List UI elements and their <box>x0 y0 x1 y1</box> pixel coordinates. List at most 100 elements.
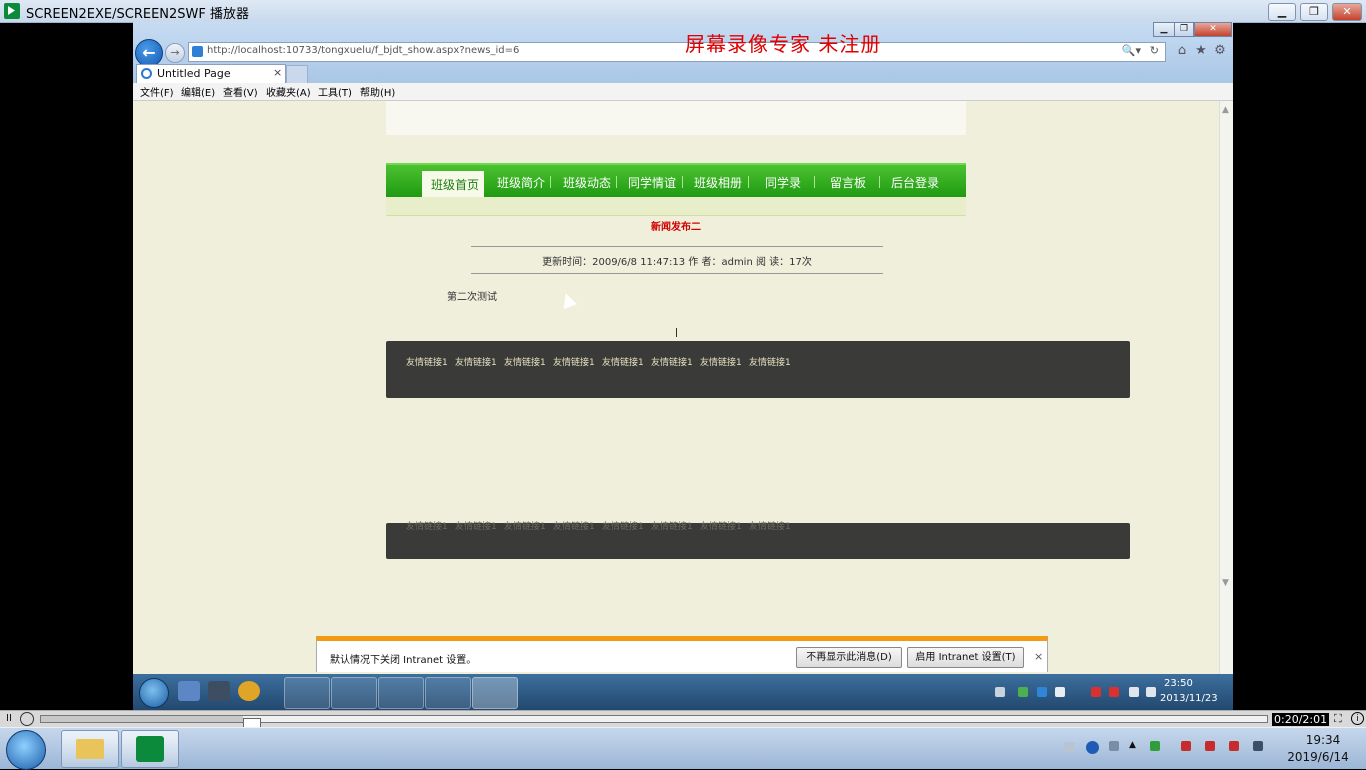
menubar: 文件(F) 编辑(E) 查看(V) 收藏夹(A) 工具(T) 帮助(H) <box>133 83 1233 101</box>
host-clock-date: 2019/6/14 <box>1287 750 1349 764</box>
friend-link[interactable]: 友情链接1 <box>504 355 546 368</box>
tray-alert-icon[interactable] <box>1109 687 1119 697</box>
network-alert-icon[interactable] <box>1229 741 1239 751</box>
record-icon[interactable] <box>20 712 34 726</box>
search-icon[interactable]: 🔍▾ <box>1122 44 1141 57</box>
menu-favorites[interactable]: 收藏夹(A) <box>266 84 311 99</box>
nav-admin-login[interactable]: 后台登录 <box>891 174 939 191</box>
maximize-button[interactable]: ❐ <box>1300 3 1328 21</box>
tray-alert-icon[interactable] <box>1091 687 1101 697</box>
ie-minimize-button[interactable]: ▁ <box>1153 22 1175 37</box>
keyboard-icon[interactable] <box>1064 742 1074 752</box>
infobar-text: 默认情况下关闭 Intranet 设置。 <box>330 655 477 666</box>
volume-icon[interactable] <box>1146 687 1156 697</box>
nav-home[interactable]: 班级首页 <box>422 171 484 197</box>
taskbar-tools-icon[interactable] <box>284 677 330 709</box>
tray-alert-icon[interactable] <box>1181 741 1191 751</box>
taskbar-explorer-icon[interactable] <box>331 677 377 709</box>
minimize-button[interactable]: ▁ <box>1268 3 1296 21</box>
ghost-link: 友情链接1 <box>700 522 742 532</box>
info-button[interactable]: i <box>1351 712 1364 725</box>
tools-icon[interactable]: ⚙ <box>1212 43 1228 59</box>
tab-untitled-page[interactable]: Untitled Page × <box>136 64 286 83</box>
favorites-icon[interactable]: ★ <box>1193 43 1209 59</box>
friend-link[interactable]: 友情链接1 <box>406 355 448 368</box>
ie-maximize-button[interactable]: ❐ <box>1174 22 1194 37</box>
tray-network-icon[interactable] <box>1037 687 1047 697</box>
host-clock-time: 19:34 <box>1305 733 1341 747</box>
home-icon[interactable]: ⌂ <box>1174 43 1190 59</box>
taskbar-app-icon[interactable] <box>425 677 471 709</box>
tray-monitor-icon[interactable] <box>1129 687 1139 697</box>
friend-link[interactable]: 友情链接1 <box>749 355 791 368</box>
nav-classmates[interactable]: 同学录 <box>765 174 801 191</box>
enable-intranet-button[interactable]: 启用 Intranet 设置(T) <box>907 647 1024 668</box>
scroll-down-icon[interactable]: ▼ <box>1222 578 1229 588</box>
back-button[interactable]: ← <box>135 39 163 67</box>
scroll-up-icon[interactable]: ▲ <box>1222 105 1229 115</box>
player-app-icon <box>136 736 164 762</box>
desktop-icon[interactable] <box>178 681 200 701</box>
friend-link[interactable]: 友情链接1 <box>455 355 497 368</box>
pause-button[interactable]: II <box>2 712 16 726</box>
friend-link[interactable]: 友情链接1 <box>602 355 644 368</box>
taskbar-player-icon[interactable] <box>121 730 179 768</box>
dont-show-again-button[interactable]: 不再显示此消息(D) <box>796 647 902 668</box>
window-switch-icon[interactable] <box>208 681 230 701</box>
media-icon[interactable] <box>238 681 260 701</box>
header-banner <box>386 101 966 135</box>
tab-title: Untitled Page <box>157 67 231 80</box>
nav-separator <box>748 176 749 188</box>
fit-screen-button[interactable]: ⛶ <box>1334 712 1342 726</box>
menu-edit[interactable]: 编辑(E) <box>181 84 215 99</box>
tab-close-icon[interactable]: × <box>273 66 282 79</box>
taskbar-vs-icon[interactable] <box>378 677 424 709</box>
friend-link[interactable]: 友情链接1 <box>651 355 693 368</box>
recorded-clock-time: 23:50 <box>1164 678 1193 689</box>
footer-box-ghost: 友情链接1 友情链接1 友情链接1 友情链接1 友情链接1 友情链接1 友情链接… <box>386 522 1130 559</box>
nav-album[interactable]: 班级相册 <box>694 174 742 191</box>
nav-friendship[interactable]: 同学情谊 <box>628 174 676 191</box>
nav-guestbook[interactable]: 留言板 <box>830 174 866 191</box>
tray-flag-icon[interactable] <box>1150 741 1160 751</box>
address-bar[interactable]: http://localhost:10733/tongxuelu/f_bjdt_… <box>188 42 1166 62</box>
windows-start-icon[interactable] <box>6 730 46 770</box>
nav-separator <box>616 176 617 188</box>
player-logo-icon <box>4 3 20 19</box>
tray-app-icon[interactable] <box>1055 687 1065 697</box>
page-icon <box>192 46 203 57</box>
site-nav: 班级首页 班级简介 班级动态 同学情谊 班级相册 同学录 留言板 后台登录 <box>386 163 966 197</box>
close-button[interactable]: ✕ <box>1332 3 1362 21</box>
taskbar-explorer-icon[interactable] <box>61 730 119 768</box>
nav-news[interactable]: 班级动态 <box>563 174 611 191</box>
friend-link[interactable]: 友情链接1 <box>553 355 595 368</box>
ie-close-button[interactable]: ✕ <box>1194 22 1232 37</box>
menu-file[interactable]: 文件(F) <box>140 84 174 99</box>
windows-start-icon[interactable] <box>139 678 169 708</box>
help-icon[interactable] <box>1086 741 1099 754</box>
tray-shield-icon[interactable] <box>1018 687 1028 697</box>
keyboard-icon[interactable] <box>995 687 1005 697</box>
nav-separator <box>550 176 551 188</box>
refresh-icon[interactable]: ↻ <box>1150 44 1159 57</box>
recorded-screen: ← → http://localhost:10733/tongxuelu/f_b… <box>133 22 1233 710</box>
infobar-close-icon[interactable]: × <box>1034 650 1043 663</box>
signal-icon[interactable] <box>1253 741 1263 751</box>
vertical-scrollbar[interactable] <box>1219 101 1233 695</box>
menu-tools[interactable]: 工具(T) <box>318 84 352 99</box>
new-tab-button[interactable] <box>286 65 308 83</box>
seek-track[interactable] <box>40 715 1268 729</box>
menu-view[interactable]: 查看(V) <box>223 84 258 99</box>
tray-expand-icon[interactable]: ▲ <box>1129 740 1136 750</box>
nav-intro[interactable]: 班级简介 <box>497 174 545 191</box>
volume-muted-icon[interactable] <box>1205 741 1215 751</box>
friend-link[interactable]: 友情链接1 <box>700 355 742 368</box>
forward-button[interactable]: → <box>165 43 185 63</box>
host-taskbar: ▲ 19:34 2019/6/14 <box>0 727 1366 770</box>
intranet-infobar: 默认情况下关闭 Intranet 设置。 不再显示此消息(D) 启用 Intra… <box>316 636 1048 672</box>
seek-progress <box>41 716 243 722</box>
tray-app-icon[interactable] <box>1109 741 1119 751</box>
menu-help[interactable]: 帮助(H) <box>360 84 395 99</box>
watermark: 屏幕录像专家 未注册 <box>685 32 882 56</box>
taskbar-ie-icon[interactable] <box>472 677 518 709</box>
